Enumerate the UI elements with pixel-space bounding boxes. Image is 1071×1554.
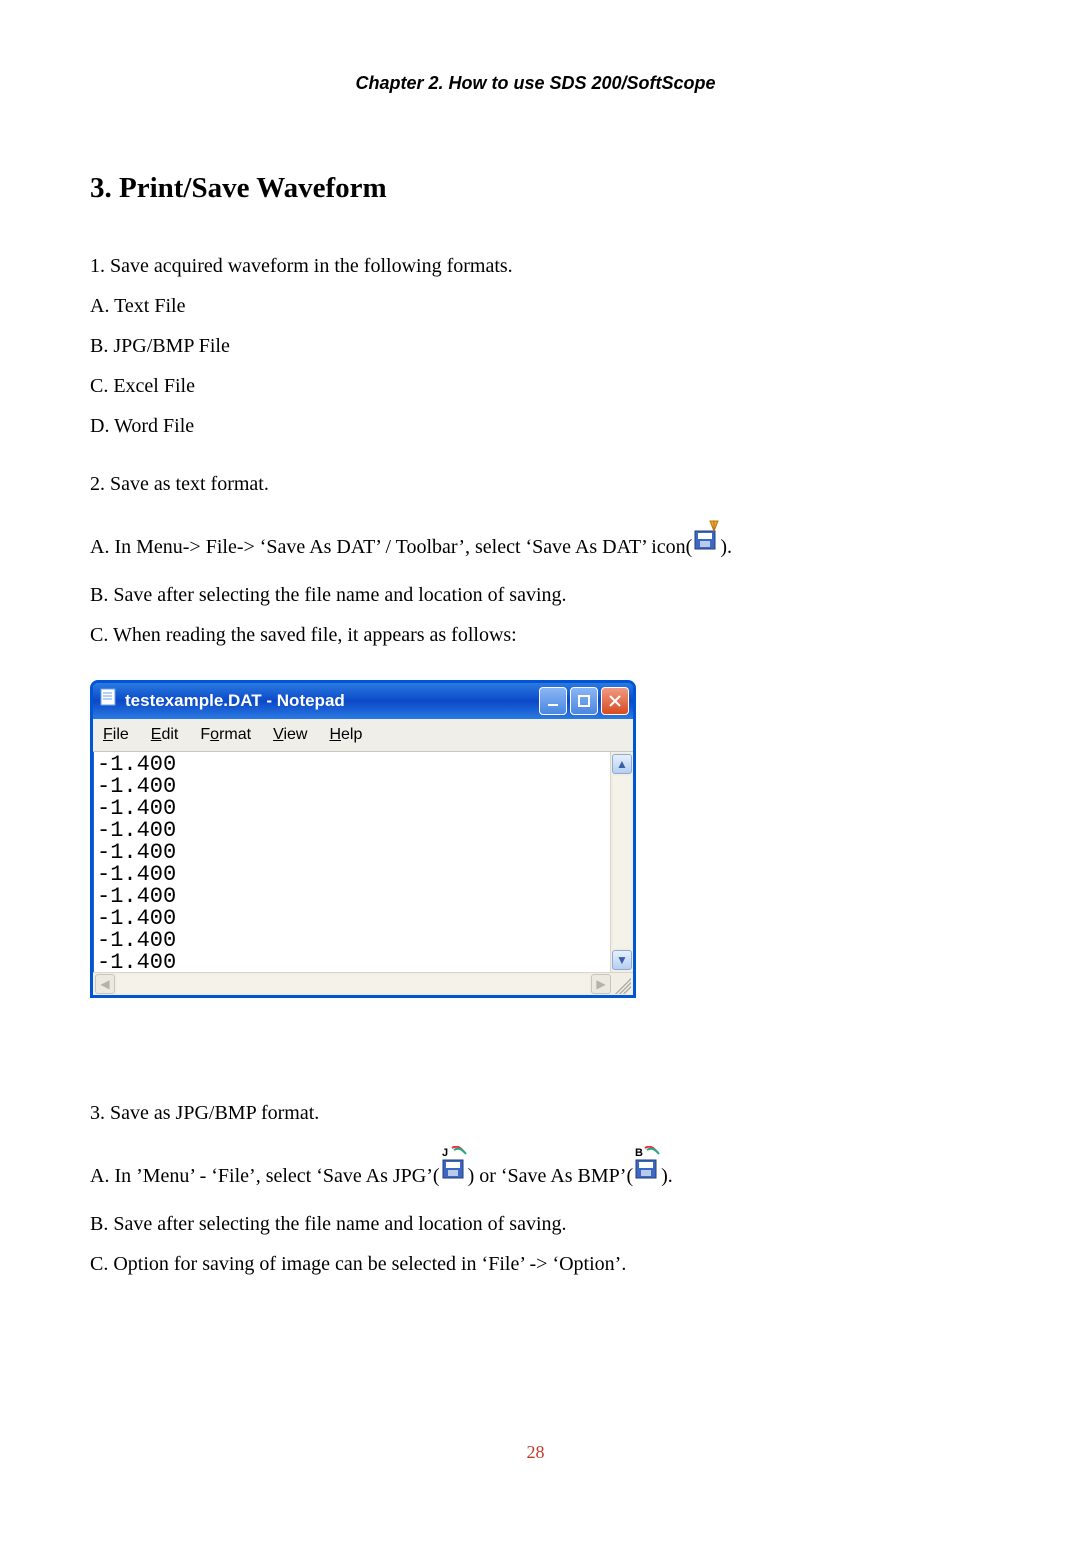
vertical-scrollbar[interactable]: ▲ ▼ <box>610 752 633 972</box>
paragraph-1a: A. Text File <box>90 291 981 321</box>
paragraph-2c: C. When reading the saved file, it appea… <box>90 620 981 650</box>
scroll-right-icon[interactable]: ▶ <box>591 974 611 994</box>
p3a-post: ). <box>661 1165 673 1187</box>
page-number: 28 <box>90 1439 981 1466</box>
notepad-titlebar: testexample.DAT - Notepad <box>93 683 633 719</box>
maximize-button[interactable] <box>570 687 598 715</box>
scroll-left-icon[interactable]: ◀ <box>95 974 115 994</box>
p3a-mid: ) or ‘Save As BMP’( <box>468 1165 634 1187</box>
menu-edit[interactable]: Edit <box>147 721 183 749</box>
paragraph-2a: A. In Menu-> File-> ‘Save As DAT’ / Tool… <box>90 527 981 570</box>
paragraph-3a: A. In ’Menu’ - ‘File’, select ‘Save As J… <box>90 1156 981 1199</box>
notepad-menubar: File Edit Format View Help <box>93 719 633 752</box>
p2a-pre: A. In Menu-> File-> ‘Save As DAT’ / Tool… <box>90 536 692 558</box>
svg-text:B: B <box>635 1147 643 1159</box>
paragraph-2b: B. Save after selecting the file name an… <box>90 580 981 610</box>
p2a-post: ). <box>720 536 732 558</box>
notepad-content[interactable]: -1.400 -1.400 -1.400 -1.400 -1.400 -1.40… <box>93 752 610 972</box>
paragraph-1b: B. JPG/BMP File <box>90 331 981 361</box>
menu-help[interactable]: Help <box>325 721 366 749</box>
notepad-title: testexample.DAT - Notepad <box>125 688 345 714</box>
paragraph-1d: D. Word File <box>90 411 981 441</box>
notepad-body: -1.400 -1.400 -1.400 -1.400 -1.400 -1.40… <box>93 752 633 972</box>
resize-grip-icon[interactable] <box>611 974 631 994</box>
chapter-header: Chapter 2. How to use SDS 200/SoftScope <box>90 70 981 97</box>
horizontal-scrollbar[interactable]: ◀ ▶ <box>93 972 633 995</box>
section-title: 3. Print/Save Waveform <box>90 167 981 211</box>
paragraph-3: 3. Save as JPG/BMP format. <box>90 1098 981 1128</box>
notepad-app-icon <box>99 687 119 715</box>
svg-text:J: J <box>442 1147 448 1159</box>
titlebar-left: testexample.DAT - Notepad <box>99 687 345 715</box>
paragraph-1c: C. Excel File <box>90 371 981 401</box>
scroll-h-track[interactable] <box>117 975 589 993</box>
scroll-v-track[interactable] <box>613 776 631 948</box>
notepad-window: testexample.DAT - Notepad File Edit Form… <box>90 680 636 998</box>
paragraph-3b: B. Save after selecting the file name an… <box>90 1209 981 1239</box>
save-dat-icon <box>692 517 720 560</box>
save-bmp-icon: B <box>633 1146 661 1189</box>
scroll-up-icon[interactable]: ▲ <box>612 754 632 774</box>
save-jpg-icon: J <box>440 1146 468 1189</box>
window-buttons <box>539 687 629 715</box>
minimize-button[interactable] <box>539 687 567 715</box>
paragraph-1: 1. Save acquired waveform in the followi… <box>90 251 981 281</box>
paragraph-2: 2. Save as text format. <box>90 469 981 499</box>
menu-view[interactable]: View <box>269 721 311 749</box>
paragraph-3c: C. Option for saving of image can be sel… <box>90 1249 981 1279</box>
close-button[interactable] <box>601 687 629 715</box>
p3a-pre: A. In ’Menu’ - ‘File’, select ‘Save As J… <box>90 1165 440 1187</box>
menu-file[interactable]: File <box>99 721 133 749</box>
scroll-down-icon[interactable]: ▼ <box>612 950 632 970</box>
menu-format[interactable]: Format <box>196 721 255 749</box>
